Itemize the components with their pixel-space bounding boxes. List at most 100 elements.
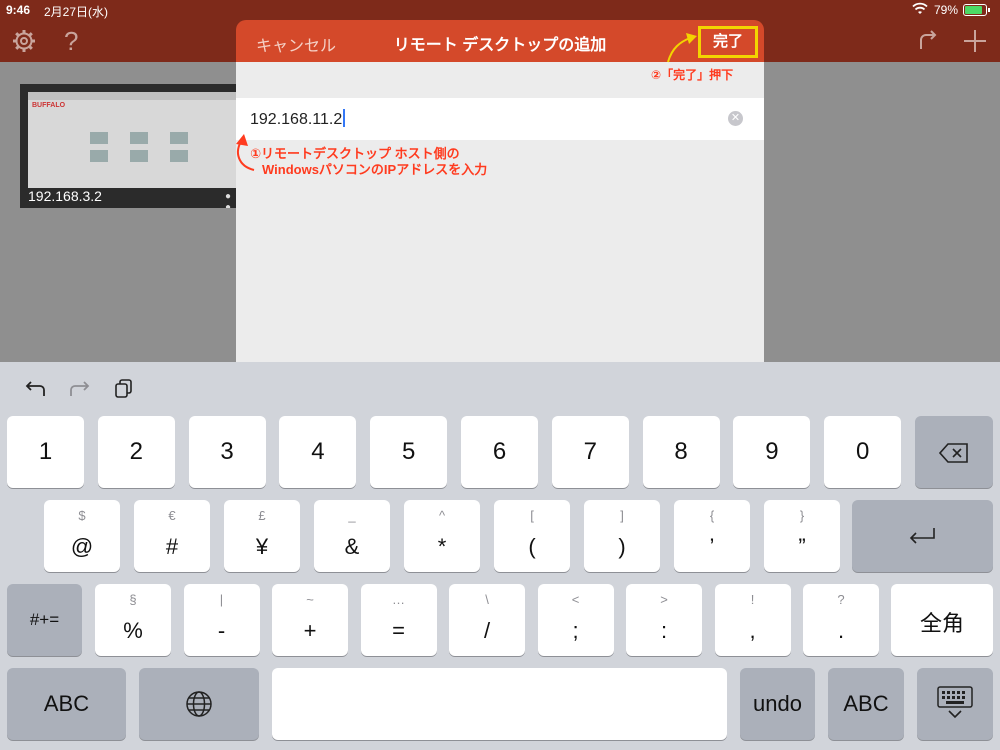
key-label: = bbox=[392, 618, 405, 643]
key-label: : bbox=[660, 618, 668, 643]
key-alt-label: \ bbox=[485, 592, 489, 607]
key-alt-label: < bbox=[571, 592, 580, 607]
annotation-step1-line2: WindowsパソコンのIPアドレスを入力 bbox=[262, 162, 488, 177]
key-5[interactable]: 5 bbox=[370, 416, 448, 488]
symbol-key[interactable]: ^ * bbox=[404, 500, 480, 572]
battery-icon bbox=[963, 4, 990, 16]
key-label: ) bbox=[618, 534, 626, 559]
abc-key-left[interactable]: ABC bbox=[7, 668, 126, 740]
more-dots-icon[interactable]: ● ● ● bbox=[225, 191, 236, 208]
key-2[interactable]: 2 bbox=[97, 416, 175, 488]
key-label: ’ bbox=[709, 534, 715, 559]
key-alt-label: … bbox=[392, 592, 405, 607]
help-icon[interactable]: ? bbox=[64, 26, 78, 57]
dialog-body: 192.168.11.2 ✕ bbox=[236, 62, 764, 362]
clear-icon[interactable]: ✕ bbox=[728, 111, 743, 126]
annotation-step1: ①リモートデスクトップ ホスト側の WindowsパソコンのIPアドレスを入力 bbox=[250, 146, 487, 178]
key-alt-label: ? bbox=[837, 592, 845, 607]
key-1[interactable]: 1 bbox=[7, 416, 84, 488]
preview-tile bbox=[130, 132, 148, 144]
return-key[interactable] bbox=[852, 500, 993, 572]
connection-thumbnail[interactable]: BUFFALO 192.168.3.2 ● ● ● bbox=[20, 84, 236, 208]
redo-arrow-icon[interactable] bbox=[917, 30, 939, 52]
key-9[interactable]: 9 bbox=[733, 416, 811, 488]
key-label: # bbox=[165, 534, 179, 559]
symbol-key[interactable]: € # bbox=[134, 500, 210, 572]
symbol-key[interactable]: >: bbox=[626, 584, 702, 656]
key-alt-label: ] bbox=[620, 508, 624, 523]
keyboard-dismiss-icon bbox=[937, 686, 973, 719]
symbol-key[interactable]: … = bbox=[360, 584, 437, 656]
key-alt-label: § bbox=[129, 592, 137, 607]
symbols-key-label: #+= bbox=[29, 610, 60, 629]
symbol-key[interactable]: £ ¥ bbox=[224, 500, 300, 572]
key-3[interactable]: 3 bbox=[188, 416, 266, 488]
return-icon bbox=[909, 528, 935, 544]
undo-icon[interactable] bbox=[24, 380, 46, 398]
annotation-step2: ②「完了」押下 bbox=[651, 68, 734, 82]
done-button[interactable]: 完了 bbox=[698, 26, 758, 58]
key-label: & bbox=[344, 534, 360, 559]
delete-key[interactable] bbox=[915, 416, 993, 488]
key-label: 8 bbox=[674, 438, 688, 465]
hide-keyboard-key[interactable] bbox=[917, 668, 993, 740]
backspace-icon bbox=[939, 443, 968, 463]
abc-key-right[interactable]: ABC bbox=[828, 668, 904, 740]
status-date: 2月27日(水) bbox=[44, 5, 109, 19]
preview-brand-logo: BUFFALO bbox=[32, 102, 66, 109]
key-alt-label: $ bbox=[78, 508, 86, 523]
key-label: / bbox=[483, 618, 491, 643]
preview-browser-bar bbox=[28, 92, 236, 100]
symbol-key[interactable]: \ / bbox=[449, 584, 525, 656]
key-alt-label: [ bbox=[530, 508, 534, 523]
symbol-key[interactable]: _ & bbox=[314, 500, 390, 572]
key-6[interactable]: 6 bbox=[461, 416, 538, 488]
text-caret bbox=[343, 109, 346, 127]
preview-tile bbox=[90, 150, 108, 162]
wifi-icon bbox=[912, 2, 928, 14]
pc-name-field[interactable]: 192.168.11.2 ✕ bbox=[236, 98, 764, 140]
key-label: 2 bbox=[129, 438, 143, 465]
key-8[interactable]: 8 bbox=[642, 416, 720, 488]
symbol-key[interactable]: | - bbox=[183, 584, 260, 656]
globe-key[interactable] bbox=[139, 668, 259, 740]
symbols-key[interactable]: #+= bbox=[7, 584, 82, 656]
symbol-key[interactable]: [( bbox=[494, 500, 570, 572]
connection-label: 192.168.3.2 bbox=[28, 188, 102, 204]
key-0[interactable]: 0 bbox=[824, 416, 902, 488]
key-label: + bbox=[303, 618, 317, 643]
key-label: , bbox=[749, 618, 756, 643]
gear-icon[interactable] bbox=[12, 29, 36, 53]
symbol-key[interactable]: ]) bbox=[584, 500, 660, 572]
preview-tile bbox=[130, 150, 148, 162]
paste-icon[interactable] bbox=[115, 379, 133, 399]
key-label: % bbox=[123, 618, 143, 643]
symbol-key[interactable]: ?. bbox=[803, 584, 879, 656]
symbol-key[interactable]: <; bbox=[537, 584, 614, 656]
key-label: ¥ bbox=[255, 534, 269, 559]
status-time: 9:46 bbox=[6, 3, 31, 17]
key-label: - bbox=[217, 618, 226, 643]
symbol-key[interactable]: {’ bbox=[674, 500, 750, 572]
symbol-key[interactable]: $ @ bbox=[44, 500, 120, 572]
symbol-key[interactable]: ~ + bbox=[272, 584, 348, 656]
redo-icon[interactable] bbox=[69, 380, 91, 398]
undo-key[interactable]: undo bbox=[740, 668, 815, 740]
full-width-key[interactable]: 全角 bbox=[891, 584, 993, 656]
key-4[interactable]: 4 bbox=[279, 416, 357, 488]
symbol-key[interactable]: §% bbox=[95, 584, 171, 656]
full-width-key-label: 全角 bbox=[919, 611, 964, 636]
symbol-key[interactable]: }” bbox=[764, 500, 840, 572]
plus-icon[interactable] bbox=[963, 29, 987, 53]
key-label: 1 bbox=[38, 438, 53, 465]
key-alt-label: € bbox=[168, 508, 176, 523]
key-7[interactable]: 7 bbox=[551, 416, 629, 488]
space-key[interactable] bbox=[272, 668, 727, 740]
annotation-arrow-2 bbox=[667, 33, 697, 63]
onscreen-keyboard: 1234567890 $ @ € # £ ¥ _ & ^ *[(]){’}” #+= §% | - ~ +… bbox=[0, 362, 1000, 750]
key-alt-label: > bbox=[660, 592, 668, 607]
globe-icon bbox=[186, 691, 212, 717]
key-alt-label: } bbox=[799, 508, 805, 523]
pc-name-input[interactable]: 192.168.11.2 bbox=[250, 109, 346, 129]
symbol-key[interactable]: !, bbox=[714, 584, 791, 656]
